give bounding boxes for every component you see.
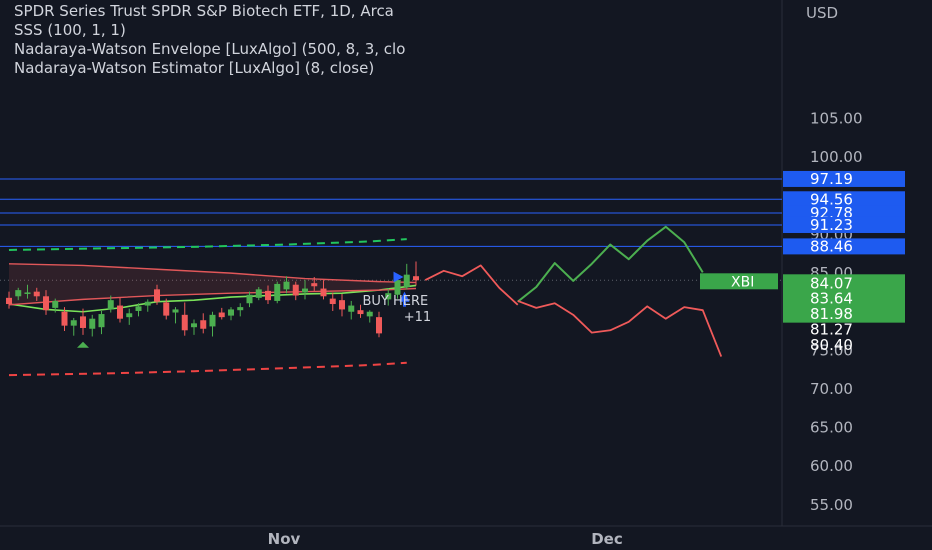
candle-body <box>329 298 336 305</box>
candle-body <box>15 290 22 297</box>
candle-body <box>80 316 86 328</box>
candle-body <box>107 300 114 310</box>
candle-body <box>181 314 188 331</box>
candle-body <box>200 320 207 329</box>
candle-body <box>172 309 179 313</box>
candle-body <box>339 300 345 310</box>
y-tick-label: 105.00 <box>810 110 863 128</box>
indicator-nw-estimator[interactable]: Nadaraya-Watson Estimator [LuxAlgo] (8, … <box>14 59 405 78</box>
candle-body <box>413 276 419 281</box>
x-tick-label: Dec <box>591 530 623 548</box>
y-tick-label: 70.00 <box>810 380 853 398</box>
candle-body <box>274 283 281 301</box>
candle-body <box>117 305 123 319</box>
annotation-count: +11 <box>404 310 431 325</box>
candle-body <box>246 294 253 304</box>
candle-body <box>61 311 68 326</box>
buy-here-annotation: BUY HERE <box>363 294 429 309</box>
candle-body <box>348 305 355 312</box>
x-tick-label: Nov <box>268 530 301 548</box>
candle-body <box>6 297 12 305</box>
candle-body <box>70 320 77 326</box>
price-chart[interactable]: BUY HERE+11 105.00100.0090.0085.0075.007… <box>0 0 932 550</box>
symbol-label: XBI <box>731 274 754 290</box>
y-tick-label: 100.00 <box>810 148 863 166</box>
candle-body <box>52 300 59 308</box>
candle-body <box>163 302 170 316</box>
price-level-label: 88.46 <box>810 237 853 255</box>
candle-body <box>24 292 31 294</box>
candle-body <box>292 284 299 296</box>
price-level-label: 91.23 <box>810 216 853 234</box>
currency-label[interactable]: USD <box>806 4 838 22</box>
candle-body <box>33 291 40 297</box>
candle-body <box>237 307 244 311</box>
price-level-label: 97.19 <box>810 170 853 188</box>
candle-body <box>320 288 327 297</box>
candle-body <box>218 312 225 318</box>
price-label: 80.40 <box>810 336 853 354</box>
candle-body <box>154 289 160 302</box>
candle-body <box>255 289 262 298</box>
candle-body <box>302 288 308 293</box>
chart-title[interactable]: SPDR Series Trust SPDR S&P Biotech ETF, … <box>14 2 405 21</box>
candle-body <box>209 314 216 327</box>
y-tick-label: 55.00 <box>810 496 853 514</box>
candle-body <box>403 274 410 288</box>
candle-body <box>144 301 151 306</box>
candle-body <box>366 311 373 317</box>
candle-body <box>357 310 364 315</box>
candle-body <box>89 318 96 329</box>
candle-body <box>126 313 133 318</box>
candle-body <box>228 309 234 316</box>
indicator-sss[interactable]: SSS (100, 1, 1) <box>14 21 405 40</box>
y-tick-label: 60.00 <box>810 457 853 475</box>
candle-body <box>376 317 382 334</box>
candle-body <box>135 306 142 311</box>
candle-body <box>265 290 271 301</box>
candle-body <box>283 281 290 290</box>
candle-body <box>191 323 197 328</box>
candle-body <box>43 296 49 311</box>
chart-legend: SPDR Series Trust SPDR S&P Biotech ETF, … <box>14 2 405 78</box>
y-tick-label: 65.00 <box>810 419 853 437</box>
indicator-nw-envelope[interactable]: Nadaraya-Watson Envelope [LuxAlgo] (500,… <box>14 40 405 59</box>
candle-body <box>98 314 105 328</box>
candle-body <box>311 283 318 287</box>
candle-body <box>394 280 401 295</box>
